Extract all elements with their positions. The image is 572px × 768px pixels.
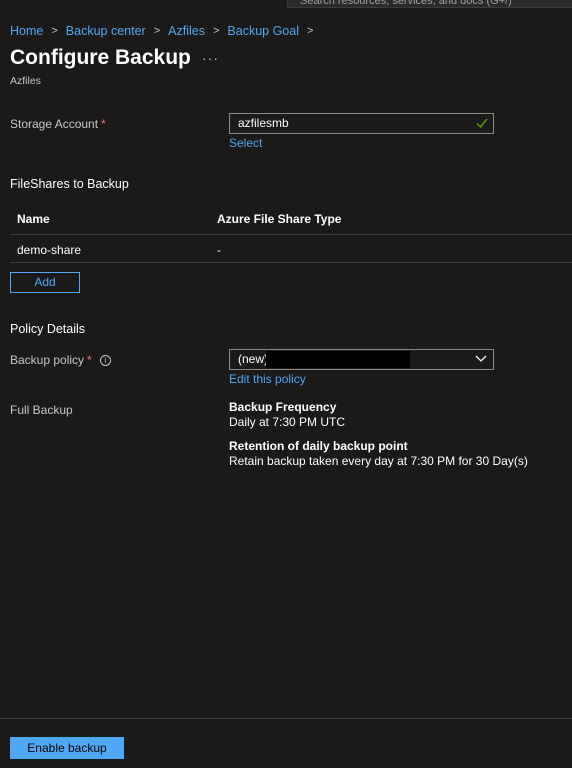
full-backup-label: Full Backup	[10, 403, 73, 417]
chevron-right-icon: >	[212, 25, 220, 37]
edit-policy-link[interactable]: Edit this policy	[229, 372, 306, 386]
top-bar: Search resources, services, and docs (G+…	[0, 0, 572, 10]
chevron-right-icon: >	[153, 25, 161, 37]
enable-backup-button[interactable]: Enable backup	[10, 737, 124, 759]
info-icon[interactable]: i	[99, 355, 111, 366]
more-options-icon[interactable]: ···	[202, 50, 219, 66]
breadcrumb-backup-goal[interactable]: Backup Goal	[227, 24, 299, 38]
backup-policy-selected: (new)	[238, 352, 269, 366]
storage-account-label-text: Storage Account	[10, 117, 99, 131]
footer-divider	[0, 718, 572, 719]
chevron-right-icon: >	[51, 25, 58, 37]
chevron-right-icon: >	[306, 25, 314, 37]
page-title: Configure Backup	[10, 46, 191, 69]
storage-account-field[interactable]: azfilesmb	[229, 113, 494, 134]
backup-policy-label-text: Backup policy	[10, 353, 85, 367]
search-input[interactable]: Search resources, services, and docs (G+…	[287, 0, 572, 8]
page-subtitle: Azfiles	[10, 75, 41, 87]
select-storage-link[interactable]: Select	[229, 136, 262, 150]
required-mark: *	[101, 117, 106, 131]
check-icon	[476, 118, 488, 129]
column-header-name: Name	[17, 212, 50, 226]
breadcrumb-home[interactable]: Home	[10, 24, 43, 38]
retention-text: Retain backup taken every day at 7:30 PM…	[229, 454, 528, 468]
column-header-type: Azure File Share Type	[217, 212, 342, 226]
chevron-down-icon	[475, 355, 487, 362]
backup-frequency-title: Backup Frequency	[229, 400, 337, 414]
storage-account-label: Storage Account *	[10, 117, 106, 131]
storage-account-value: azfilesmb	[238, 116, 289, 130]
backup-policy-dropdown[interactable]: (new)	[229, 349, 494, 370]
breadcrumb-backup-center[interactable]: Backup center	[66, 24, 146, 38]
row-name: demo-share	[17, 243, 82, 257]
row-type: -	[217, 243, 221, 257]
retention-title: Retention of daily backup point	[229, 439, 408, 453]
policy-details-heading: Policy Details	[10, 322, 86, 336]
fileshares-heading: FileShares to Backup	[10, 177, 129, 191]
breadcrumb-azfiles[interactable]: Azfiles	[168, 24, 205, 38]
table-row[interactable]: demo-share -	[10, 235, 572, 263]
backup-frequency-text: Daily at 7:30 PM UTC	[229, 415, 346, 429]
add-button[interactable]: Add	[10, 272, 80, 293]
table-header: Name Azure File Share Type	[10, 205, 572, 235]
redacted-policy-name	[266, 351, 410, 368]
required-mark: *	[87, 353, 92, 367]
breadcrumb: Home > Backup center > Azfiles > Backup …	[10, 24, 315, 38]
backup-policy-label: Backup policy * i	[10, 353, 111, 367]
